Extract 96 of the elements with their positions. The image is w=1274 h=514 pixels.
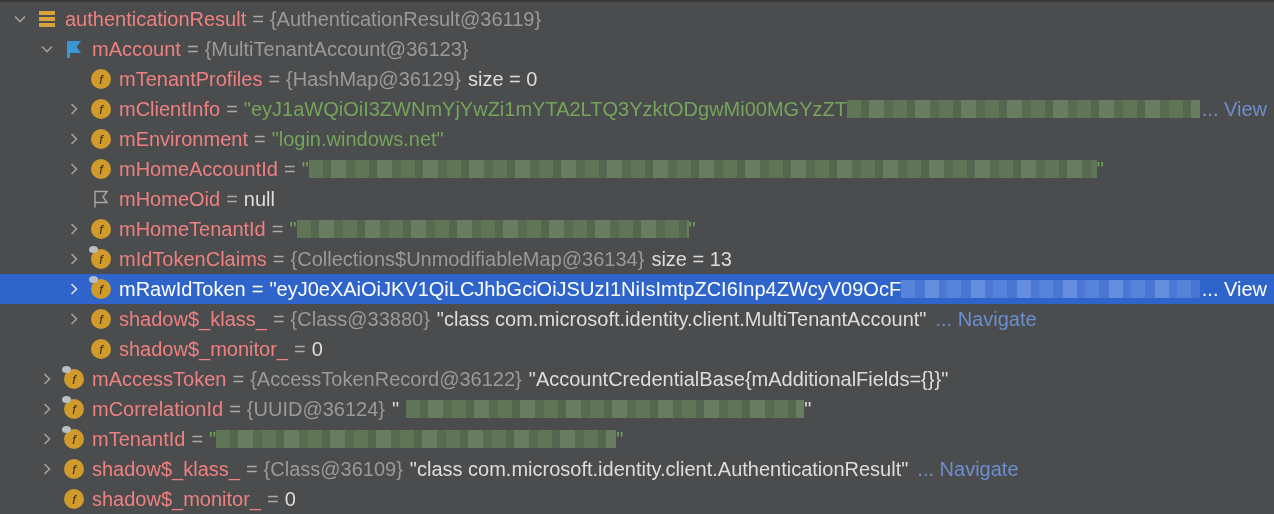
variable-name: mAccount: [92, 37, 181, 61]
equals-sign: =: [283, 157, 296, 181]
type-label: {Class@36109}: [263, 457, 403, 481]
flag-icon: [91, 189, 111, 209]
equals-sign: =: [268, 67, 281, 91]
field-icon: f: [64, 369, 84, 389]
field-icon: f: [91, 249, 111, 269]
variable-name: mTenantId: [92, 427, 186, 451]
field-icon: f: [91, 219, 111, 239]
field-icon: f: [91, 339, 111, 359]
tree-row[interactable]: f mTenantId = " ": [0, 424, 1274, 454]
variable-name: mEnvironment: [119, 127, 248, 151]
string-value: "eyJ1aWQiOiI3ZWNmYjYwZi1mYTA2LTQ3YzktODgwMi00MGYzZT: [243, 97, 847, 121]
variable-name: mClientInfo: [119, 97, 221, 121]
equals-sign: =: [253, 127, 266, 151]
variable-name: authenticationResult: [65, 7, 247, 31]
tree-row[interactable]: f mClientInfo = "eyJ1aWQiOiI3ZWNmYjYwZi1mYTA2LTQ3YzktODgwMi00MGYzZT ... View: [0, 94, 1274, 124]
tree-row[interactable]: authenticationResult = {AuthenticationResult@36119}: [0, 4, 1274, 34]
variable-name: mAccessToken: [92, 367, 227, 391]
equals-sign: =: [186, 37, 199, 61]
equals-sign: =: [252, 7, 264, 31]
variable-name: shadow$_monitor_: [92, 487, 261, 511]
equals-sign: =: [294, 337, 306, 361]
equals-sign: =: [272, 247, 285, 271]
field-icon: f: [91, 99, 111, 119]
field-icon: f: [91, 279, 111, 299]
tree-row[interactable]: f mEnvironment = "login.windows.net": [0, 124, 1274, 154]
tree-row[interactable]: f mTenantProfiles = {HashMap@36129} size = 0: [0, 64, 1274, 94]
tree-row[interactable]: f shadow$_klass_ = {Class@36109} "class com.microsoft.identity.client.AuthenticationResult" ... Navigate: [0, 454, 1274, 484]
variable-name: mHomeTenantId: [119, 217, 266, 241]
string-value: ": [616, 427, 624, 451]
tree-row[interactable]: f mHomeAccountId = " ": [0, 154, 1274, 184]
value-text: ": [804, 397, 812, 421]
variable-name: shadow$_klass_: [92, 457, 240, 481]
variable-name: shadow$_klass_: [119, 307, 267, 331]
field-icon: f: [64, 459, 84, 479]
equals-sign: =: [191, 427, 204, 451]
selected-row[interactable]: f mRawIdToken = "eyJ0eXAiOiJKV1QiLCJhbGciOiJSUzI1NiIsImtpZCI6Inp4ZWcyV09OcF ... View: [0, 274, 1274, 304]
value-text: "class com.microsoft.identity.client.AuthenticationResult": [409, 457, 909, 481]
value-text: 0: [311, 337, 323, 361]
field-icon: f: [64, 489, 84, 509]
type-label: {Collections$UnmodifiableMap@36134}: [290, 247, 645, 271]
tree-row[interactable]: f shadow$_monitor_ = 0: [0, 484, 1274, 514]
equals-sign: =: [271, 217, 284, 241]
equals-sign: =: [267, 487, 279, 511]
variable-name: mRawIdToken: [119, 277, 246, 301]
value-text: null: [243, 187, 275, 211]
value-text: "AccountCredentialBase{mAdditionalFields={}}": [528, 367, 949, 391]
type-label: {AuthenticationResult@36119}: [269, 7, 542, 31]
tree-row[interactable]: f mAccessToken = {AccessTokenRecord@36122} "AccountCredentialBase{mAdditionalFields={}}": [0, 364, 1274, 394]
tree-row[interactable]: mAccount = {MultiTenantAccount@36123}: [0, 34, 1274, 64]
field-icon: f: [64, 429, 84, 449]
flag-icon: [64, 39, 84, 59]
variable-name: mTenantProfiles: [119, 67, 263, 91]
string-value: ": [301, 157, 309, 181]
value-text: size = 13: [651, 247, 732, 271]
field-icon: f: [64, 399, 84, 419]
view-link[interactable]: ... View: [1201, 277, 1267, 301]
equals-sign: =: [251, 277, 264, 301]
tree-row[interactable]: f mHomeTenantId = " ": [0, 214, 1274, 244]
equals-sign: =: [226, 187, 238, 211]
string-value: ": [688, 217, 696, 241]
field-icon: f: [91, 129, 111, 149]
string-value: ": [209, 427, 217, 451]
type-label: {MultiTenantAccount@36123}: [204, 37, 469, 61]
type-label: {UUID@36124}: [246, 397, 386, 421]
variable-name: mIdTokenClaims: [119, 247, 267, 271]
value-text: size = 0: [467, 67, 538, 91]
field-icon: f: [91, 309, 111, 329]
equals-sign: =: [245, 457, 258, 481]
equals-sign: =: [272, 307, 285, 331]
field-icon: f: [91, 159, 111, 179]
tree-row[interactable]: f mCorrelationId = {UUID@36124} " ": [0, 394, 1274, 424]
equals-sign: =: [232, 367, 245, 391]
value-text: 0: [284, 487, 296, 511]
type-label: {HashMap@36129}: [286, 67, 461, 91]
variable-name: shadow$_monitor_: [119, 337, 288, 361]
string-value: ": [289, 217, 297, 241]
string-value: ": [1096, 157, 1104, 181]
tree-row[interactable]: mHomeOid = null: [0, 184, 1274, 214]
tree-row[interactable]: f mIdTokenClaims = {Collections$UnmodifiableMap@36134} size = 13: [0, 244, 1274, 274]
equals-sign: =: [229, 397, 241, 421]
string-value: "eyJ0eXAiOiJKV1QiLCJhbGciOiJSUzI1NiIsImtpZCI6Inp4ZWcyV09OcF: [269, 277, 902, 301]
variable-name: mHomeOid: [119, 187, 221, 211]
equals-sign: =: [226, 97, 238, 121]
field-icon: f: [91, 69, 111, 89]
type-label: {Class@33880}: [290, 307, 430, 331]
string-value: "login.windows.net": [271, 127, 444, 151]
variable-name: mHomeAccountId: [119, 157, 278, 181]
value-text: ": [392, 397, 400, 421]
tree-row[interactable]: f shadow$_klass_ = {Class@33880} "class com.microsoft.identity.client.MultiTenantAccount" ... Navigate: [0, 304, 1274, 334]
type-label: {AccessTokenRecord@36122}: [250, 367, 522, 391]
variable-name: mCorrelationId: [92, 397, 224, 421]
value-text: "class com.microsoft.identity.client.MultiTenantAccount": [436, 307, 927, 331]
stacked-bars-icon: [37, 9, 57, 29]
tree-row[interactable]: f shadow$_monitor_ = 0: [0, 334, 1274, 364]
